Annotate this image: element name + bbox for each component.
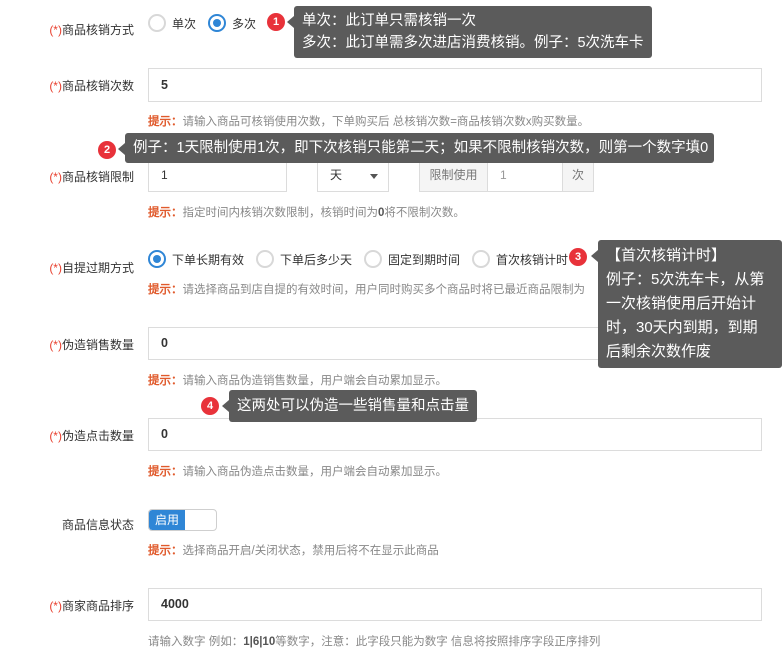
radio-single[interactable]: 单次 — [148, 14, 196, 32]
status-hint: 提示：选择商品开启/关闭状态，禁用后将不在显示此商品 — [148, 545, 439, 557]
radio-circle-icon — [472, 250, 490, 268]
radio-days-after[interactable]: 下单后多少天 — [256, 250, 352, 268]
annotation-badge-2: 2 — [98, 141, 116, 159]
toggle-on-label: 启用 — [149, 510, 185, 530]
fake-sales-label: (*)伪造销售数量 — [49, 338, 134, 352]
radio-first-verify[interactable]: 首次核销计时 — [472, 250, 568, 268]
radio-long-term[interactable]: 下单长期有效 — [148, 250, 244, 268]
verify-mode-label: (*)商品核销方式 — [49, 23, 134, 37]
status-toggle[interactable]: 启用 — [148, 509, 217, 531]
status-label: 商品信息状态 — [61, 518, 134, 532]
limit-count-group: 限制使用 1 次 — [419, 159, 594, 192]
sort-label: (*)商家商品排序 — [49, 599, 134, 613]
fake-clicks-label: (*)伪造点击数量 — [49, 429, 134, 443]
limit-prefix: 限制使用 — [420, 160, 488, 191]
radio-fixed-date[interactable]: 固定到期时间 — [364, 250, 460, 268]
pickup-expiry-label: (*)自提过期方式 — [49, 261, 134, 275]
radio-circle-icon — [364, 250, 382, 268]
verify-limit-label: (*)商品核销限制 — [49, 170, 134, 184]
limit-count-input[interactable]: 1 — [500, 160, 507, 191]
verify-count-input[interactable]: 5 — [148, 68, 762, 102]
radio-checked-icon — [208, 14, 226, 32]
radio-circle-icon — [148, 14, 166, 32]
fake-sales-hint: 提示：请输入商品伪造销售数量，用户端会自动累加显示。 — [148, 375, 447, 387]
verify-count-hint: 提示：请输入商品可核销使用次数，下单购买后 总核销次数=商品核销次数x购买数量。 — [148, 116, 590, 128]
verify-count-label: (*)商品核销次数 — [49, 79, 134, 93]
limit-suffix: 次 — [562, 160, 593, 191]
limit-unit-select[interactable]: 天 — [317, 159, 389, 192]
verify-limit-hint: 提示：指定时间内核销次数限制，核销时间为0将不限制次数。 — [148, 207, 465, 219]
radio-checked-icon — [148, 250, 166, 268]
sort-input[interactable]: 4000 — [148, 588, 762, 621]
radio-multi[interactable]: 多次 — [208, 14, 256, 32]
annotation-badge-1: 1 — [267, 13, 285, 31]
annotation-tooltip-1: 单次：此订单只需核销一次 多次：此订单需多次进店消费核销。例子：5次洗车卡 — [287, 6, 652, 58]
sort-hint: 请输入数字 例如：1|6|10等数字，注意：此字段只能为数字 信息将按照排序字段… — [148, 636, 601, 648]
annotation-tooltip-4: 这两处可以伪造一些销售量和点击量 — [222, 390, 477, 422]
caret-down-icon — [370, 174, 378, 179]
fake-clicks-hint: 提示：请输入商品伪造点击数量，用户端会自动累加显示。 — [148, 466, 447, 478]
pickup-expiry-hint: 提示：请选择商品到店自提的有效时间，用户同时购买多个商品时将已最近商品限制为 — [148, 284, 585, 296]
annotation-tooltip-2: 例子：1天限制使用1次，即下次核销只能第二天；如果不限制核销次数，则第一个数字填… — [117, 133, 715, 163]
limit-days-input[interactable]: 1 — [148, 159, 287, 192]
radio-circle-icon — [256, 250, 274, 268]
annotation-tooltip-3: 【首次核销计时】 例子：5次洗车卡，从第 一次核销使用后开始计 时，30天内到期… — [591, 240, 782, 368]
fake-clicks-input[interactable]: 0 — [148, 418, 762, 451]
annotation-badge-4: 4 — [201, 397, 219, 415]
annotation-badge-3: 3 — [569, 248, 587, 266]
